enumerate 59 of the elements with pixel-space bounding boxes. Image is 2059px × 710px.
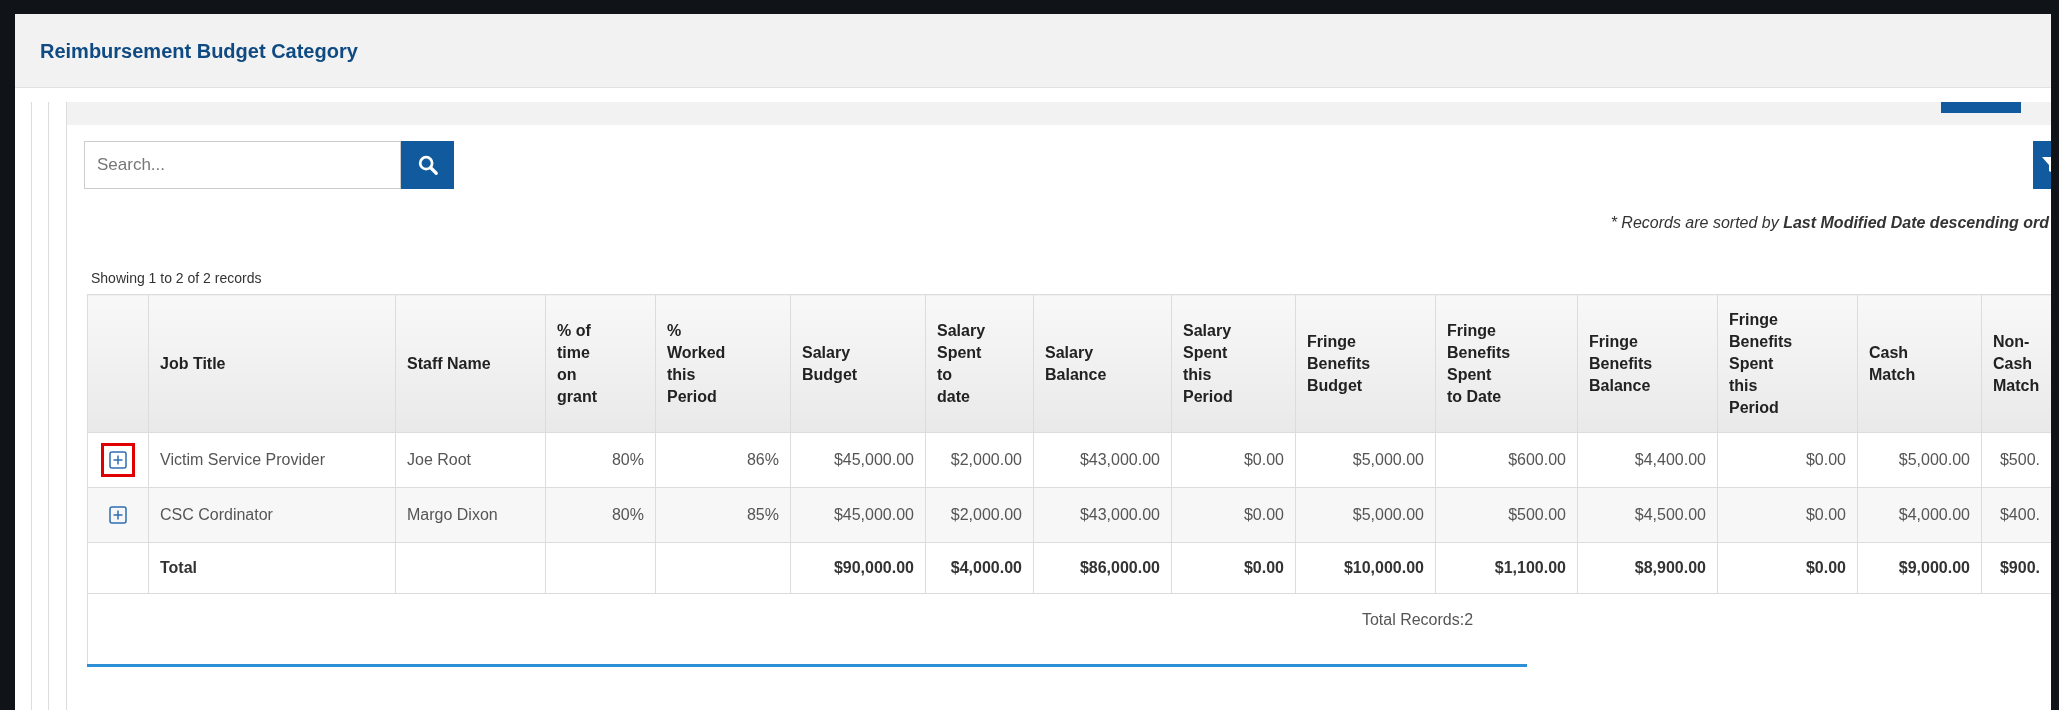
table-cell: $0.00 — [1171, 432, 1296, 488]
column-header[interactable]: Fringe Benefits Balance — [1577, 294, 1718, 433]
table-cell: $500.00 — [1435, 487, 1578, 543]
table-cell: $4,000.00 — [1857, 487, 1982, 543]
column-header[interactable]: Salary Balance — [1033, 294, 1172, 433]
table-cell: $0.00 — [1171, 487, 1296, 543]
total-cell: $8,900.00 — [1577, 542, 1718, 594]
table-cell: $43,000.00 — [1033, 487, 1172, 543]
table-cell: 80% — [545, 487, 656, 543]
column-header[interactable]: Salary Budget — [790, 294, 926, 433]
sort-note: * Records are sorted by Last Modified Date descending ord — [1610, 213, 2049, 233]
table-cell: $5,000.00 — [1295, 487, 1436, 543]
table-cell: 86% — [655, 432, 791, 488]
table-cell: $5,000.00 — [1857, 432, 1982, 488]
total-cell: $10,000.00 — [1295, 542, 1436, 594]
total-cell: $90,000.00 — [790, 542, 926, 594]
table-cell: $5,000.00 — [1295, 432, 1436, 488]
table-cell: $45,000.00 — [790, 432, 926, 488]
table-cell: Margo Dixon — [395, 487, 546, 543]
table-cell: $0.00 — [1717, 487, 1858, 543]
table-cell: $600.00 — [1435, 432, 1578, 488]
table-cell: $45,000.00 — [790, 487, 926, 543]
table-cell: CSC Cordinator — [148, 487, 396, 543]
records-count: Showing 1 to 2 of 2 records — [91, 270, 262, 286]
search-field[interactable]: Search... — [84, 141, 401, 189]
table-cell: 80% — [545, 432, 656, 488]
column-header[interactable]: Fringe Benefits Spent to Date — [1435, 294, 1578, 433]
column-header[interactable]: % Worked this Period — [655, 294, 791, 433]
total-cell: $0.00 — [1171, 542, 1296, 594]
search-button[interactable] — [401, 141, 454, 189]
table-cell: Victim Service Provider — [148, 432, 396, 488]
search-icon — [416, 154, 439, 176]
total-cell: $86,000.00 — [1033, 542, 1172, 594]
column-header[interactable]: % of time on grant — [545, 294, 656, 433]
column-header[interactable]: Fringe Benefits Spent this Period — [1717, 294, 1858, 433]
column-header[interactable]: Job Title — [148, 294, 396, 433]
column-header[interactable]: Staff Name — [395, 294, 546, 433]
total-records: Total Records:2 — [1361, 610, 1474, 630]
total-cell: $0.00 — [1717, 542, 1858, 594]
total-cell: $1,100.00 — [1435, 542, 1578, 594]
table-cell: $43,000.00 — [1033, 432, 1172, 488]
column-header[interactable]: Non-Cash Match — [1981, 294, 2051, 433]
column-header[interactable]: Salary Spent to date — [925, 294, 1034, 433]
total-cell: $4,000.00 — [925, 542, 1034, 594]
table-cell: $0.00 — [1717, 432, 1858, 488]
table-cell: $2,000.00 — [925, 487, 1034, 543]
table-cell: Joe Root — [395, 432, 546, 488]
column-header[interactable]: Cash Match — [1857, 294, 1982, 433]
total-label: Total — [148, 542, 396, 594]
total-cell: $9,000.00 — [1857, 542, 1982, 594]
table-cell: $4,400.00 — [1577, 432, 1718, 488]
table-cell: $4,500.00 — [1577, 487, 1718, 543]
dialog-title: Reimbursement Budget Category — [40, 38, 358, 64]
column-header[interactable]: Fringe Benefits Budget — [1295, 294, 1436, 433]
column-header[interactable]: Salary Spent this Period — [1171, 294, 1296, 433]
table-cell: 85% — [655, 487, 791, 543]
expand-icon[interactable] — [109, 451, 127, 469]
expand-icon[interactable] — [109, 506, 127, 524]
table-cell: $2,000.00 — [925, 432, 1034, 488]
